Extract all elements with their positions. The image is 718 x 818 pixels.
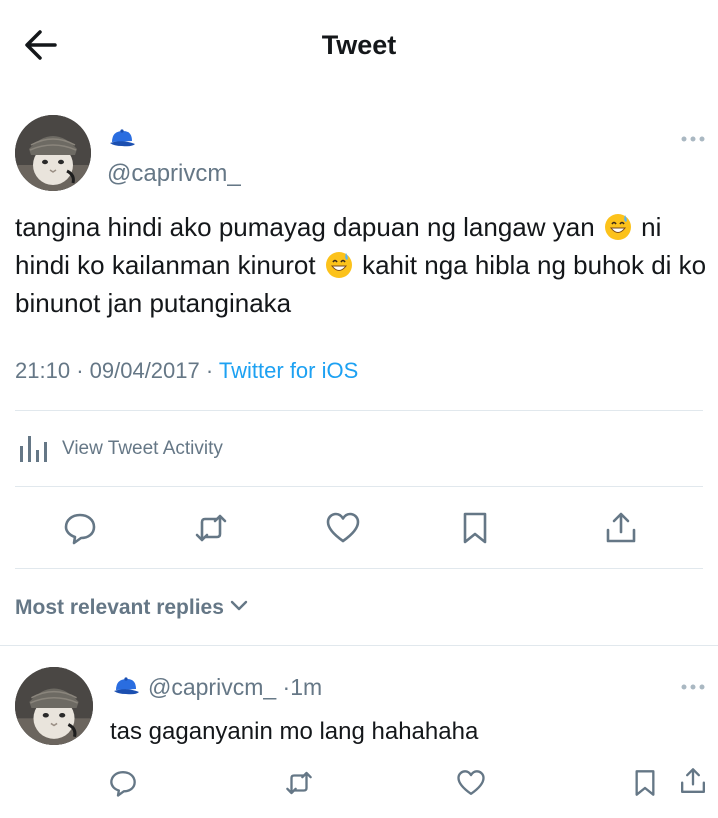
ellipsis-icon[interactable] [680,683,706,691]
tweet-text-part: tangina hindi ako pumayag dapuan ng lang… [15,212,595,242]
meta-separator: · [205,358,214,383]
like-button[interactable] [325,510,361,546]
bookmark-button[interactable] [457,510,493,546]
divider [0,645,718,646]
chevron-down-icon [230,600,248,611]
author-handle[interactable]: @caprivcm_ [107,160,241,188]
tweet-meta: 21:10 · 09/04/2017 · Twitter for iOS [15,358,358,384]
meta-separator: · [76,358,84,383]
bar-chart-icon [20,436,47,462]
heart-icon [326,512,360,543]
share-button[interactable] [603,510,639,546]
retweet-icon [286,771,312,795]
speech-bubble-icon [64,513,96,545]
page-title: Tweet [321,30,397,60]
tweet-text: tangina hindi ako pumayag dapuan ng lang… [15,208,715,322]
cat-avatar-image [15,667,93,745]
reply-button[interactable] [62,510,98,546]
reply-bookmark-button[interactable] [630,768,660,798]
reply-retweet-button[interactable] [284,768,314,798]
reply-author-handle[interactable]: @caprivcm_ [148,674,276,700]
ellipsis-icon[interactable] [680,135,706,143]
grinning-sweat-emoji [325,252,352,278]
activity-label: View Tweet Activity [62,438,223,459]
divider [15,568,703,569]
grinning-sweat-emoji [604,214,631,240]
reply-header: @caprivcm_ ·1m [148,674,322,701]
bookmark-icon [635,770,655,796]
billed-cap-emoji [110,129,135,147]
heart-icon [457,770,485,795]
cat-avatar-image [15,115,91,191]
author-avatar[interactable] [15,115,91,191]
top-bar: Tweet [0,0,718,90]
reply-avatar[interactable] [15,667,93,745]
retweet-icon [195,514,227,542]
divider [15,410,703,411]
share-icon [681,768,705,793]
retweet-button[interactable] [193,510,229,546]
bookmark-icon [463,512,487,544]
reply-timestamp: 1m [290,674,323,700]
speech-bubble-icon [110,771,136,797]
tweet-time: 21:10 [15,358,71,383]
tweet-source-link[interactable]: Twitter for iOS [219,358,358,383]
billed-cap-emoji [114,677,139,695]
divider [15,486,703,487]
share-icon [606,512,636,543]
reply-like-button[interactable] [456,768,486,798]
reply-share-button[interactable] [678,766,708,796]
tweet-date: 09/04/2017 [89,358,200,383]
replies-sort-dropdown[interactable]: Most relevant replies [15,596,248,620]
reply-reply-button[interactable] [108,768,138,798]
reply-text: tas gaganyanin mo lang hahahaha [110,718,479,745]
sort-label: Most relevant replies [15,596,224,619]
